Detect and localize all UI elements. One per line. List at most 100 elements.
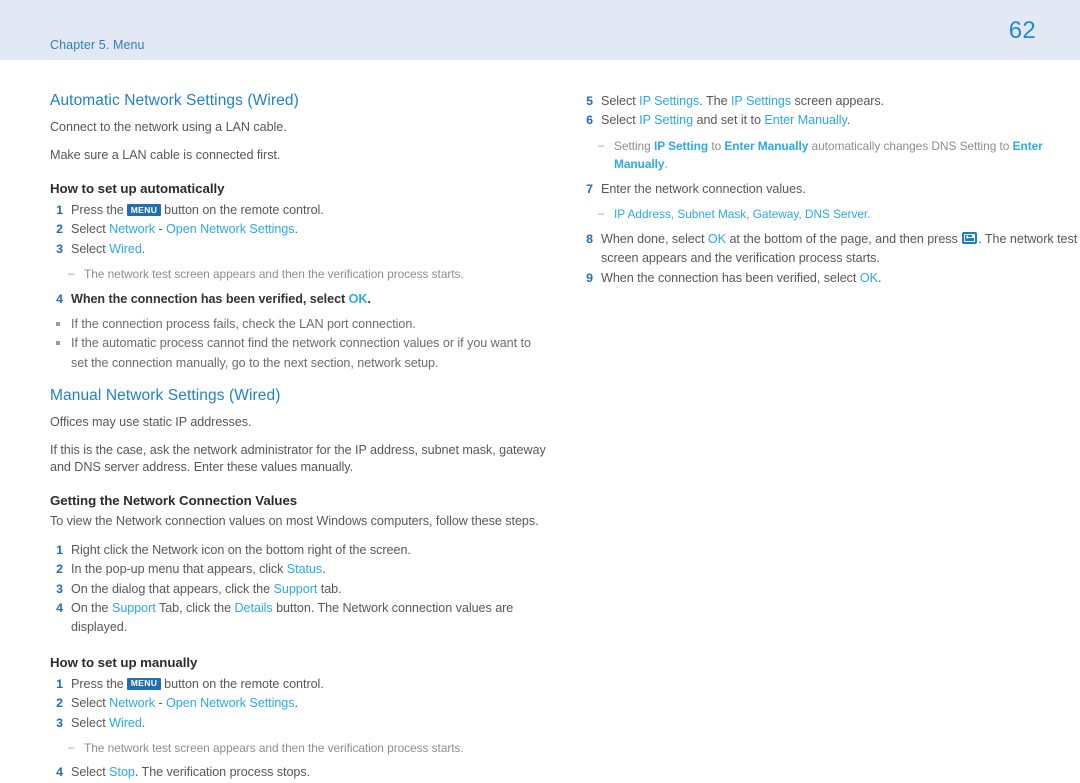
step-text: Select — [71, 241, 110, 256]
ui-term-support: Support — [273, 581, 318, 596]
right-column: 5 Select IP Settings. The IP Settings scr… — [580, 92, 1080, 783]
step-text: In the pop-up menu that appears, click — [71, 562, 287, 577]
step-number: 4 — [56, 765, 63, 780]
step-text-tail: screen appears. — [791, 94, 885, 108]
step-text: Select — [601, 94, 640, 108]
step-number: 1 — [56, 542, 63, 557]
step-number: 1 — [56, 203, 63, 217]
sub-note-item: – The network test screen appears and the… — [50, 265, 550, 284]
step-number: 6 — [586, 113, 593, 128]
step-text-tail: . — [322, 562, 326, 577]
step-text: Select — [71, 696, 110, 711]
step-number: 2 — [56, 222, 63, 237]
step-number: 5 — [586, 94, 593, 108]
step-number: 1 — [56, 676, 63, 691]
step-text-tail: . — [877, 270, 882, 285]
section-heading-manual-network-settings: Manual Network Settings (Wired) — [50, 386, 281, 404]
ui-term-open-network-settings: Open Network Settings — [166, 696, 295, 711]
bullet-text: If the automatic process cannot find the… — [71, 336, 531, 370]
section-heading-automatic-network-settings: Automatic Network Settings (Wired) — [50, 92, 299, 109]
subheading-how-to-set-up-automatically: How to set up automatically — [50, 181, 225, 196]
sub-note-text: The network test screen appears and then… — [84, 267, 464, 282]
step-text: When done, select — [601, 231, 708, 246]
step-item: 1 Press the MENU button on the remote con… — [50, 675, 550, 694]
ui-term-ok: OK — [707, 231, 727, 246]
dash-marker: – — [68, 268, 75, 281]
sub-note-text: The network test screen appears and then… — [84, 740, 464, 755]
step-number: 2 — [56, 562, 63, 577]
paragraph-static-ip: Offices may use static IP addresses. — [50, 414, 252, 429]
step-text: On the dialog that appears, click the — [71, 581, 274, 596]
ui-term-network: Network — [109, 222, 155, 237]
ui-term-stop: Stop — [109, 765, 135, 780]
step-text-mid: - — [155, 696, 167, 711]
ui-term-enter-manually: Enter Manually — [724, 138, 809, 153]
step-text: Select — [601, 113, 640, 128]
page-number: 62 — [1008, 17, 1036, 44]
step-text-tail: button on the remote control. — [160, 676, 324, 691]
step-item: 3 Select Wired. — [50, 240, 550, 259]
sub-note-text: Setting — [614, 138, 654, 153]
dash-marker: – — [598, 139, 605, 152]
step-text-tail: . — [846, 113, 851, 128]
page-columns: Automatic Network Settings (Wired) Conne… — [0, 92, 1080, 783]
ui-term-support: Support — [111, 600, 156, 615]
step-item: 6 Select IP Setting and set it to Enter M… — [580, 111, 1080, 130]
step-number: 9 — [586, 270, 593, 285]
step-item: 3 On the dialog that appears, click the S… — [50, 580, 550, 599]
ui-term-gateway: Gateway — [752, 207, 799, 222]
step-text-tail: . — [367, 291, 371, 306]
document-page: Chapter 5. Menu 62 Automatic Network Set… — [0, 0, 1080, 779]
step-item: 5 Select IP Settings. The IP Settings scr… — [580, 92, 1080, 111]
step-text-tail: . — [141, 241, 146, 256]
ui-term-ip-setting: IP Setting — [653, 138, 709, 153]
paragraph-connect-lan: Connect to the network using a LAN cable… — [50, 120, 287, 134]
step-item: 2 Select Network - Open Network Settings. — [50, 694, 550, 713]
step-item: 4 Select Stop. The verification process s… — [50, 763, 550, 782]
step-item: 4 When the connection has been verified, … — [50, 290, 550, 309]
step-text-tail: . — [294, 696, 299, 711]
dash-marker: – — [68, 741, 75, 754]
bullet-item: If the automatic process cannot find the… — [50, 334, 550, 372]
sub-note-tail: . — [867, 207, 871, 222]
breadcrumb-chapter: Chapter 5. Menu — [50, 38, 145, 52]
step-number: 3 — [56, 715, 63, 730]
step-text: Select — [71, 765, 110, 780]
step-number: 4 — [56, 600, 63, 615]
left-column: Automatic Network Settings (Wired) Conne… — [50, 92, 550, 783]
step-item: 3 Select Wired. — [50, 714, 550, 733]
step-text: Select — [71, 222, 110, 237]
menu-key-badge: MENU — [127, 677, 161, 690]
step-item: 1 Press the MENU button on the remote con… — [50, 201, 550, 220]
ui-term-ip-setting: IP Setting — [639, 113, 694, 128]
step-text: When the connection has been verified, s… — [601, 270, 860, 285]
step-text-mid: and set it to — [693, 113, 765, 128]
step-text: Select — [71, 715, 110, 730]
step-text: Enter the network connection values. — [601, 181, 806, 196]
ui-term-open-network-settings: Open Network Settings — [166, 222, 295, 237]
step-number: 2 — [56, 696, 63, 711]
ui-term-ip-settings: IP Settings — [639, 94, 700, 108]
ui-term-network: Network — [109, 696, 155, 711]
step-text: On the — [71, 600, 112, 615]
step-text-tail: . The verification process stops. — [134, 765, 311, 780]
paragraph-view-values-windows: To view the Network connection values on… — [50, 513, 539, 528]
step-text: When the connection has been verified, s… — [71, 291, 349, 306]
ui-term-ip-address: IP Address — [614, 207, 671, 222]
bullet-item: If the connection process fails, check t… — [50, 315, 550, 334]
step-text-mid: Tab, click the — [155, 600, 235, 615]
step-text-mid: . The — [699, 94, 731, 108]
ui-term-subnet-mask: Subnet Mask — [677, 207, 747, 222]
step-item: 9 When the connection has been verified, … — [580, 269, 1080, 288]
ui-term-dns-server: DNS Server — [804, 207, 868, 222]
step-text: Press the — [71, 203, 128, 217]
step-text-tail: button on the remote control. — [160, 203, 324, 217]
sub-note-mid2: automatically changes DNS Setting to — [808, 138, 1013, 153]
sub-note-item: – The network test screen appears and the… — [50, 739, 550, 758]
step-item: 7 Enter the network connection values. — [580, 180, 1080, 199]
paragraph-ask-administrator: If this is the case, ask the network adm… — [50, 442, 546, 474]
step-item: 2 Select Network - Open Network Settings. — [50, 220, 550, 239]
sub-note-tail: . — [664, 157, 668, 172]
ui-term-ip-settings: IP Settings — [730, 94, 792, 108]
ui-term-ok: OK — [859, 270, 878, 285]
